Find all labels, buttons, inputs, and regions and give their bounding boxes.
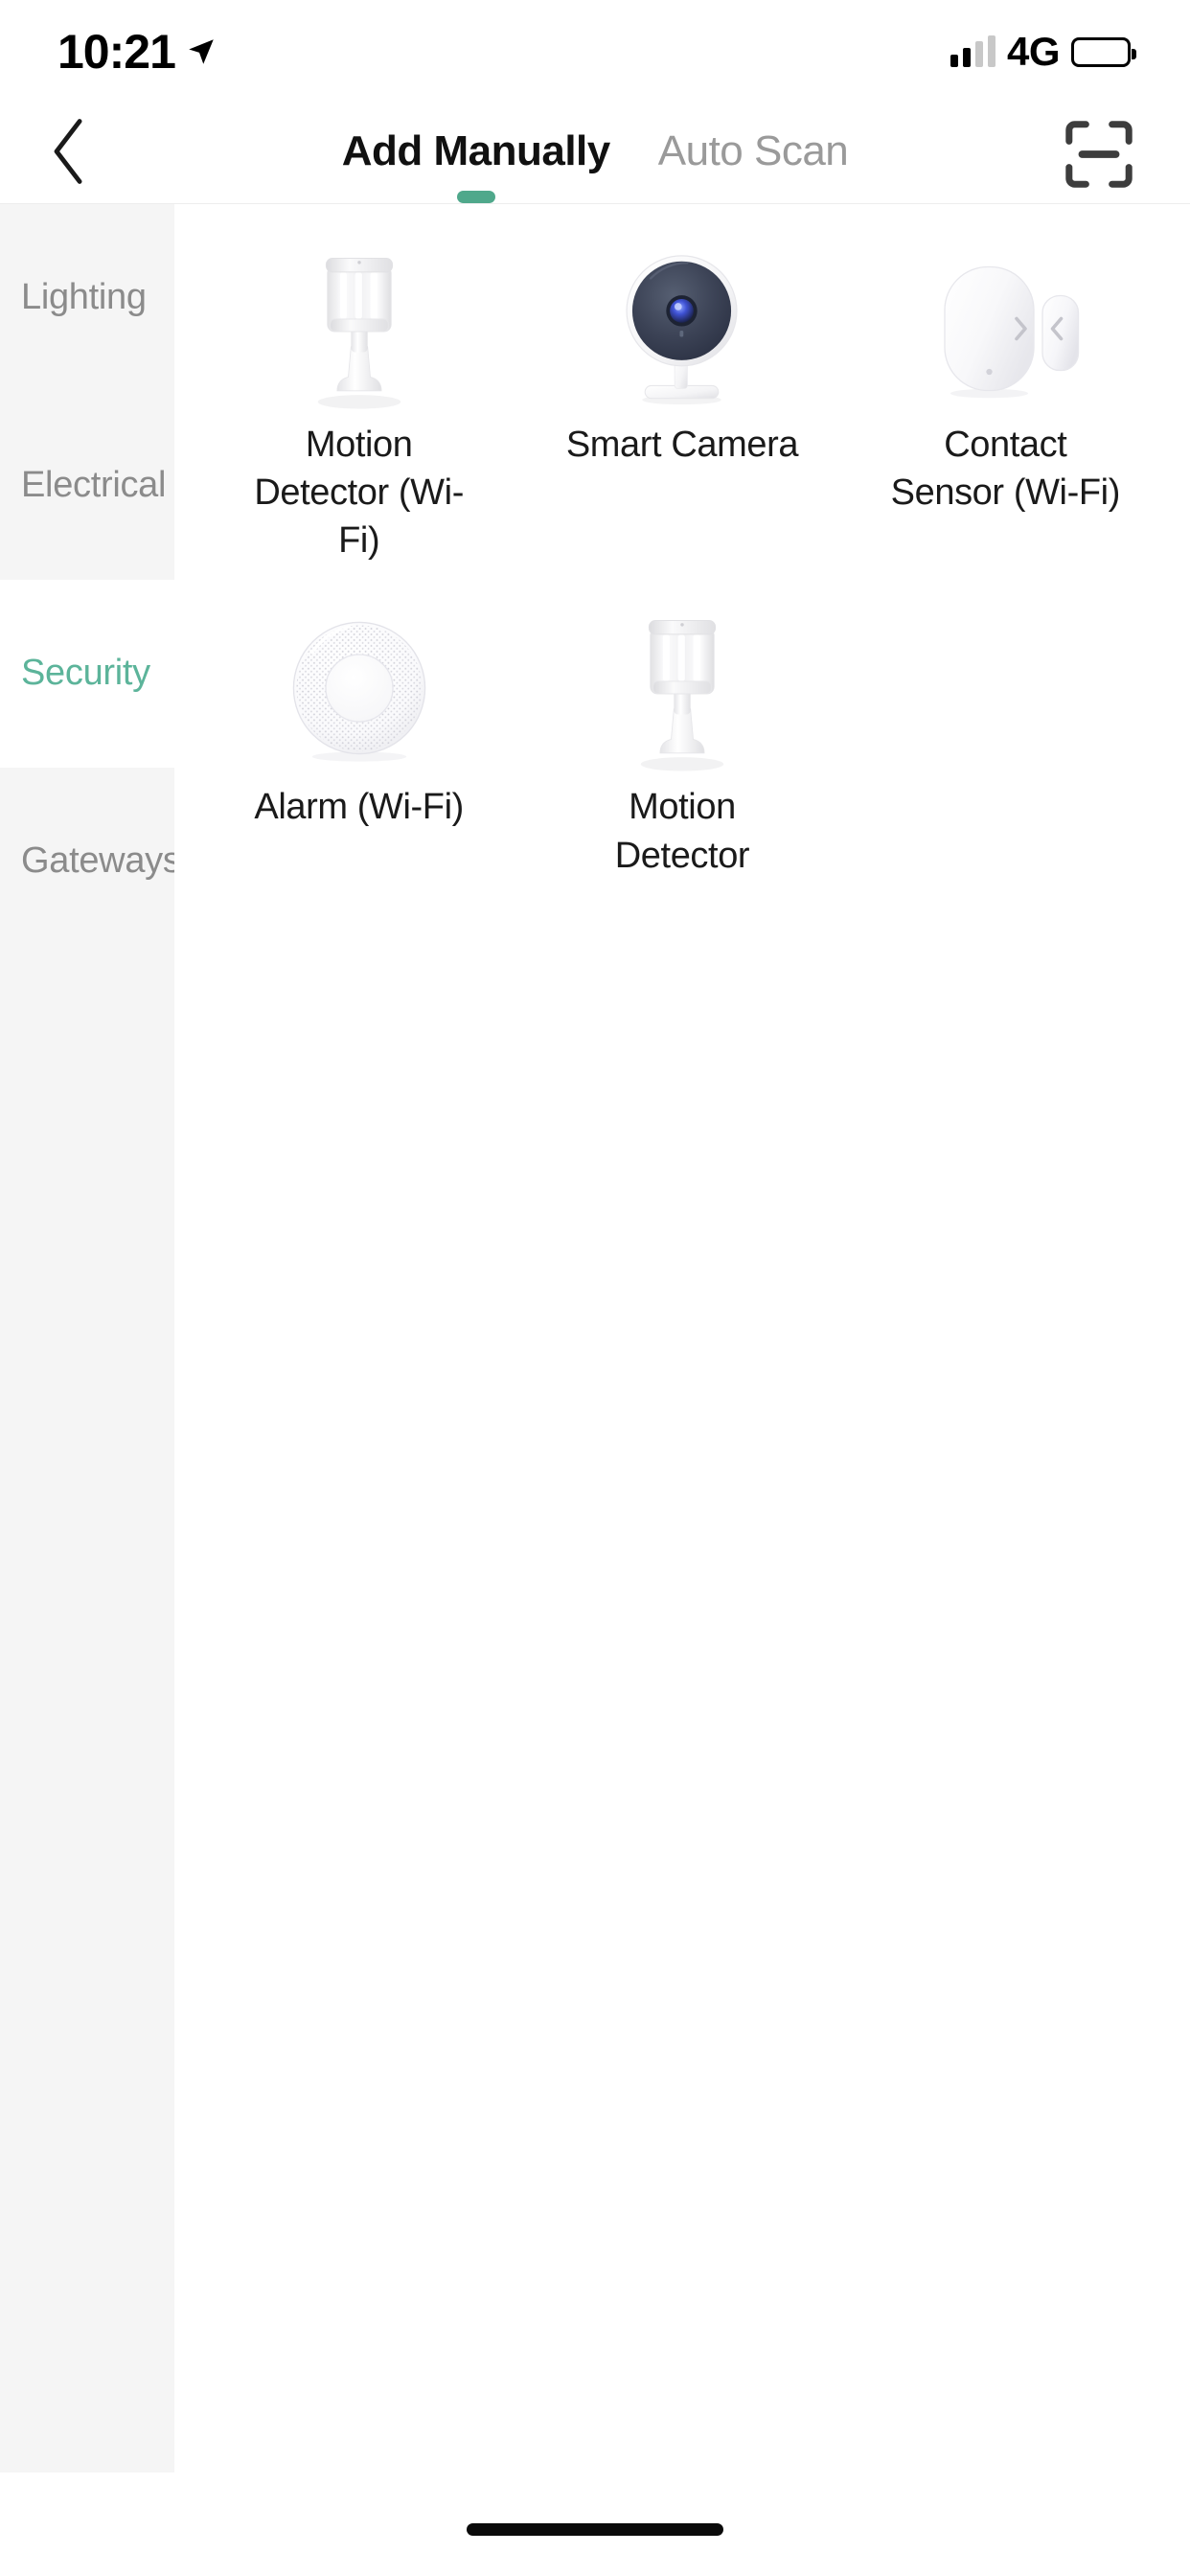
chevron-left-icon: [54, 119, 82, 184]
phone-screen: 10:21 4G Add Manually Auto Scan Lighting…: [0, 0, 1190, 2576]
status-bar-right: 4G: [950, 29, 1136, 75]
scan-button[interactable]: [1046, 104, 1152, 204]
sidebar-item-security-label: Security: [21, 653, 150, 694]
cellular-signal-icon: [950, 35, 995, 67]
device-label: Alarm (Wi-Fi): [254, 787, 464, 828]
device-card-contact-sensor-wifi[interactable]: Contact Sensor (Wi-Fi): [844, 239, 1167, 568]
tab-add-manually-label: Add Manually: [341, 127, 611, 175]
device-card-alarm-wifi[interactable]: Alarm (Wi-Fi): [197, 601, 520, 883]
tab-auto-scan[interactable]: Auto Scan: [658, 129, 849, 177]
contact-sensor-icon: [914, 242, 1096, 415]
location-arrow-icon: [189, 39, 214, 64]
device-panel: Motion Detector (Wi-Fi) Smart Camera Con…: [174, 204, 1190, 2472]
back-button[interactable]: [21, 104, 117, 199]
device-label: Smart Camera: [565, 425, 799, 465]
sidebar-item-gateways-label: Gateways: [21, 840, 181, 882]
tab-add-manually[interactable]: Add Manually: [341, 127, 611, 203]
status-bar: 10:21 4G: [0, 0, 1190, 104]
scan-frame-icon: [1065, 120, 1133, 188]
home-indicator-area: [0, 2472, 1190, 2576]
device-card-motion-detector-wifi[interactable]: Motion Detector (Wi-Fi): [197, 239, 520, 568]
sidebar-item-lighting[interactable]: Lighting: [0, 204, 174, 392]
alarm-siren-icon: [268, 605, 450, 777]
device-grid: Motion Detector (Wi-Fi) Smart Camera Con…: [197, 239, 1167, 884]
tab-auto-scan-label: Auto Scan: [657, 127, 849, 175]
sidebar-item-gateways[interactable]: Gateways: [0, 768, 181, 955]
header-tabs: Add Manually Auto Scan: [0, 104, 1190, 204]
sidebar-item-electrical[interactable]: Electrical: [0, 392, 174, 580]
active-tab-indicator: [456, 190, 495, 203]
device-label: Contact Sensor (Wi-Fi): [890, 425, 1121, 514]
sidebar-item-security[interactable]: Security: [0, 580, 174, 768]
battery-icon: [1071, 36, 1136, 67]
status-bar-left: 10:21: [57, 28, 217, 76]
network-type-label: 4G: [1006, 29, 1061, 74]
device-card-motion-detector[interactable]: Motion Detector: [520, 601, 843, 883]
sidebar-item-lighting-label: Lighting: [21, 277, 147, 318]
nav-header: Add Manually Auto Scan: [0, 104, 1190, 204]
status-time: 10:21: [57, 25, 176, 79]
device-label: Motion Detector: [614, 787, 750, 876]
sidebar-item-electrical-label: Electrical: [21, 465, 167, 506]
motion-detector-icon: [591, 605, 773, 777]
home-indicator-bar[interactable]: [467, 2522, 723, 2536]
motion-detector-icon: [268, 242, 450, 415]
device-card-smart-camera[interactable]: Smart Camera: [520, 239, 843, 568]
main-content: Lighting Electrical Security Gateways Mo…: [0, 204, 1190, 2472]
smart-camera-icon: [591, 242, 773, 415]
device-label: Motion Detector (Wi-Fi): [254, 425, 464, 562]
sidebar-filler: [0, 955, 174, 2472]
category-sidebar: Lighting Electrical Security Gateways: [0, 204, 181, 2472]
